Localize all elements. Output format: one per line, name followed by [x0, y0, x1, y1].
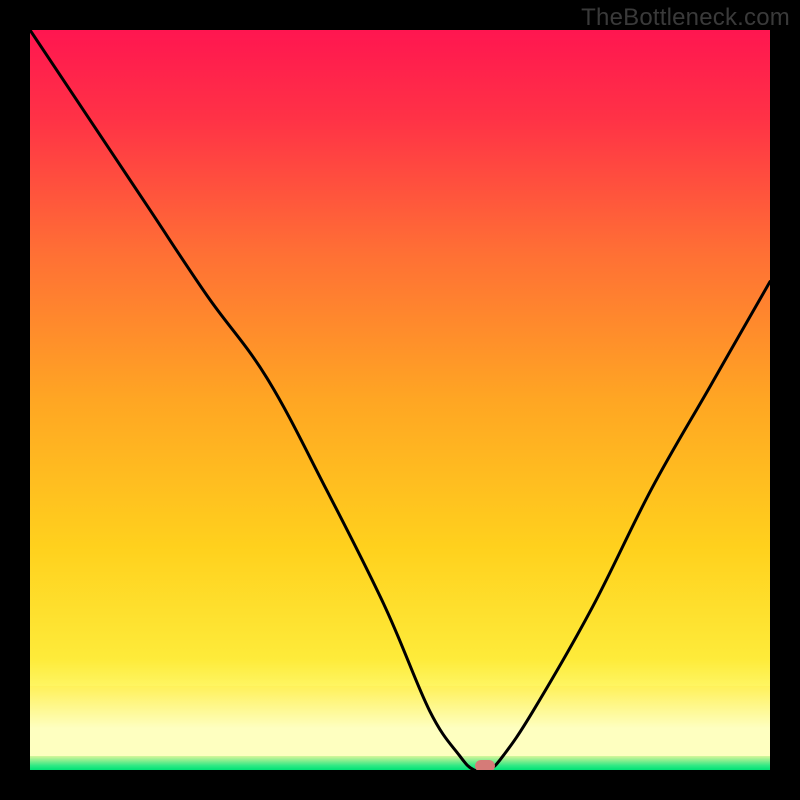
watermark-text: TheBottleneck.com	[581, 4, 790, 32]
plot-area	[30, 30, 770, 770]
bottleneck-curve	[30, 30, 770, 770]
chart-container: TheBottleneck.com	[0, 0, 800, 800]
minimum-marker	[475, 760, 494, 770]
